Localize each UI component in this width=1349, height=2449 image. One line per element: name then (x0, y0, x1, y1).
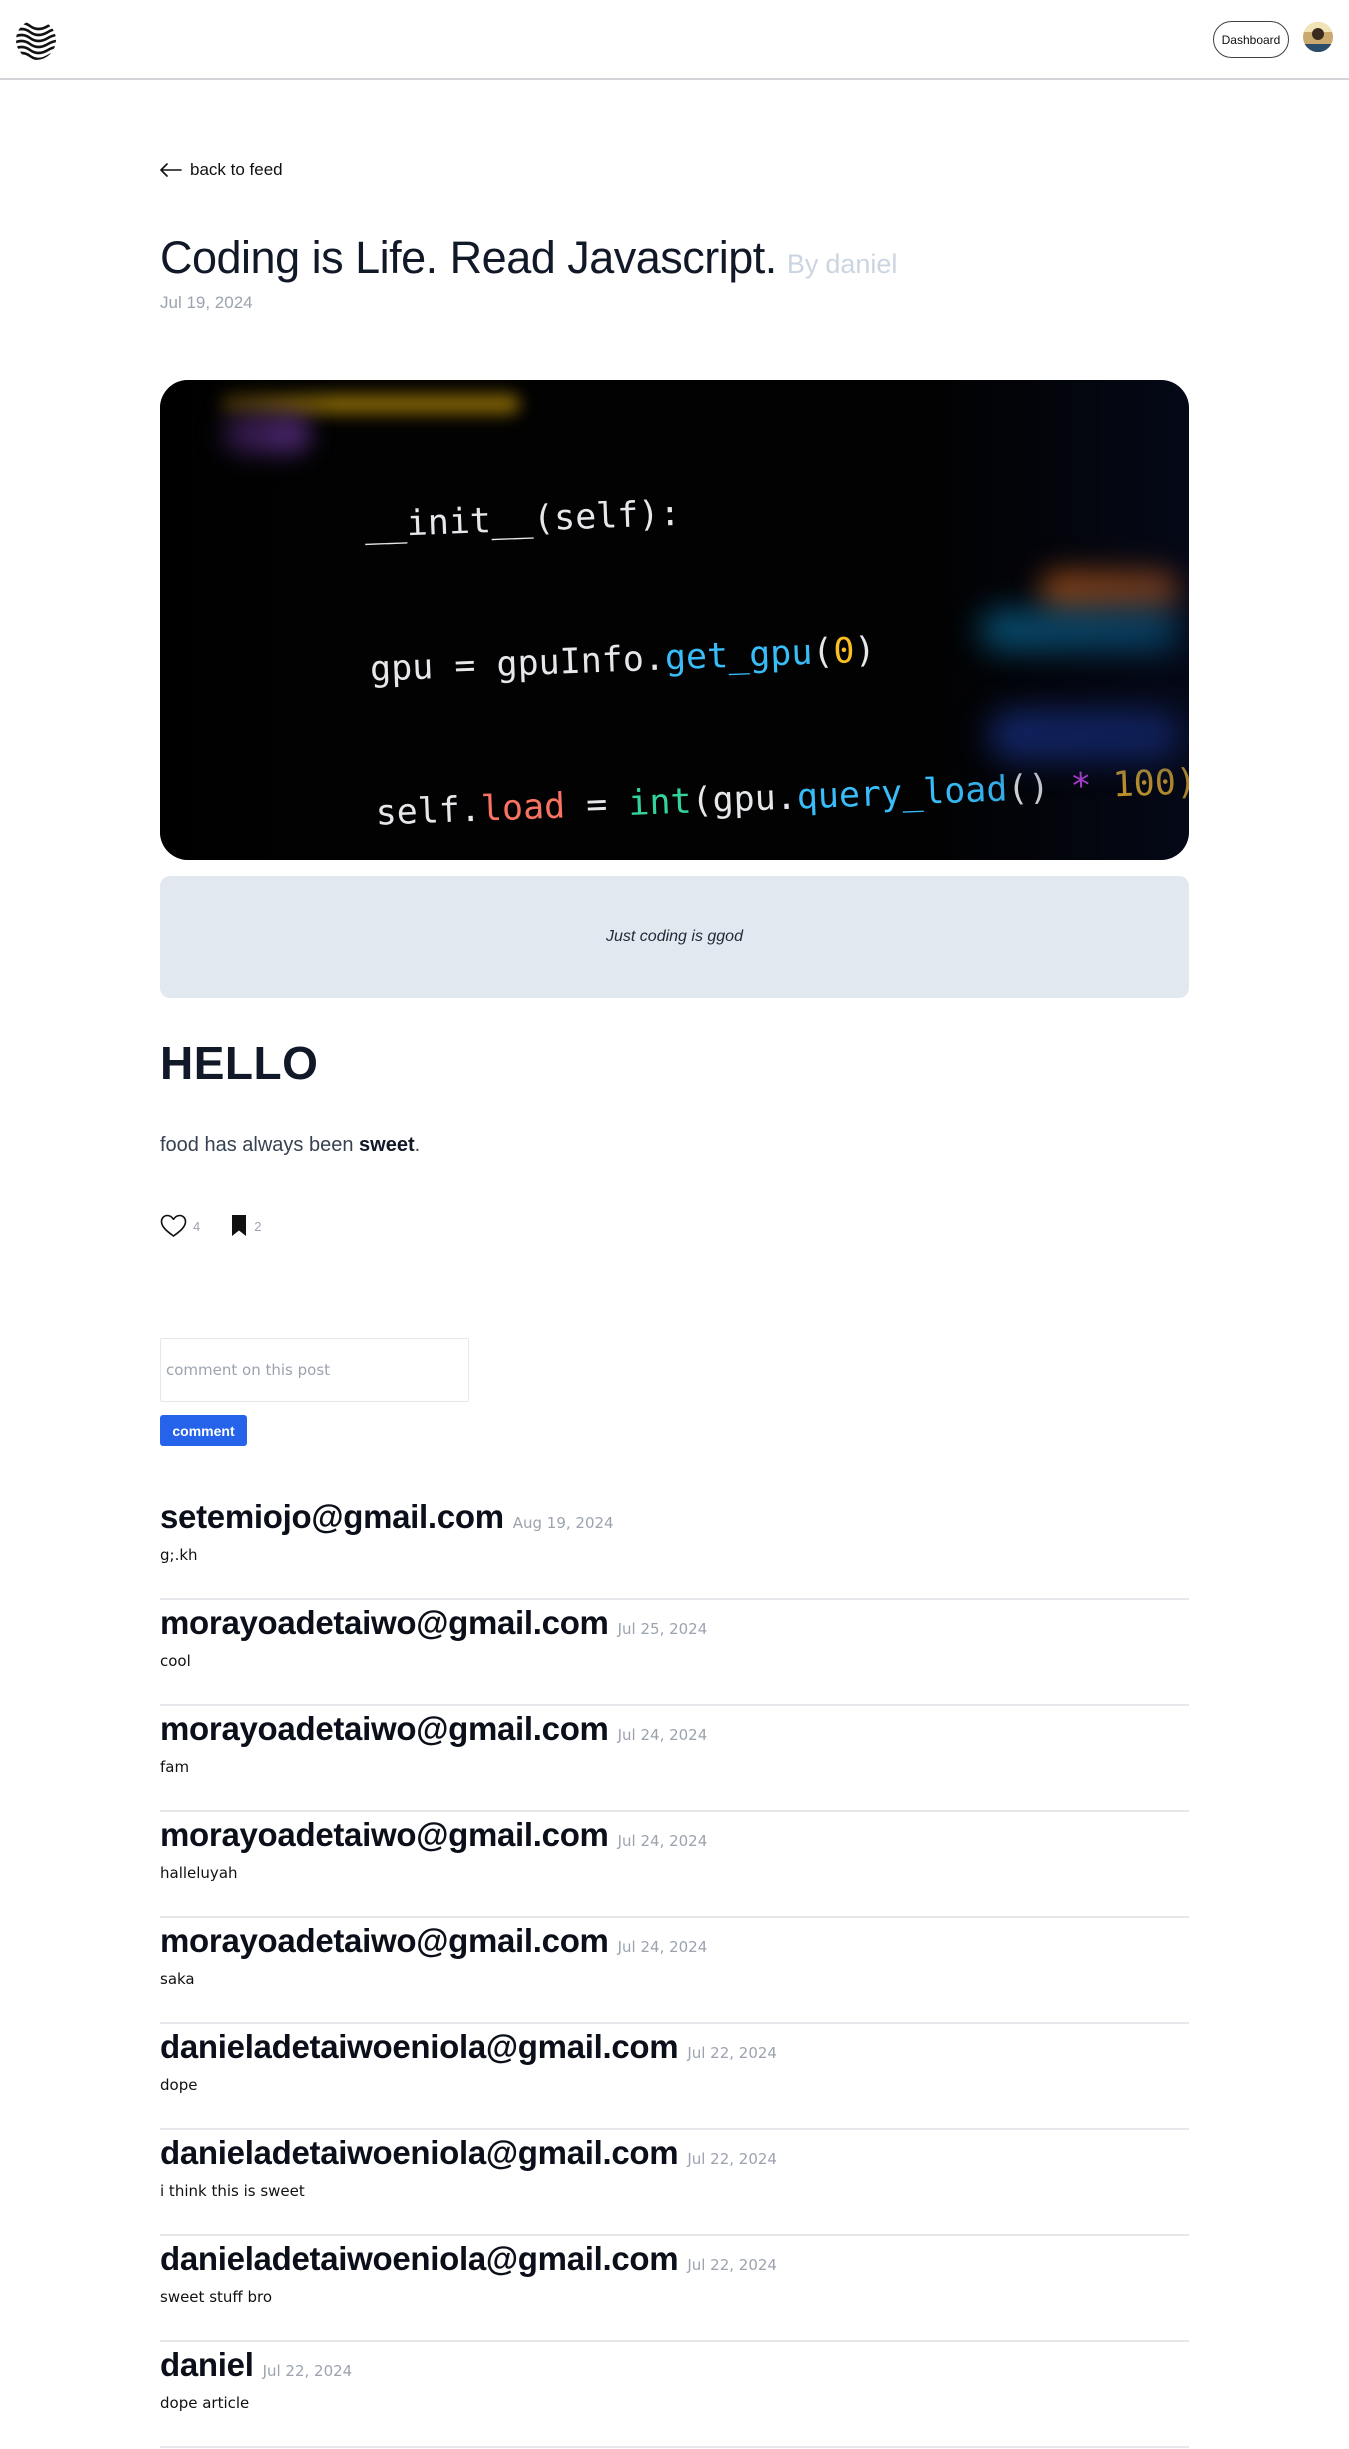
post-heading: HELLO (160, 1037, 319, 1089)
bookmark-button[interactable]: 2 (230, 1214, 261, 1238)
comment-text: dope article (160, 2394, 250, 2412)
like-count: 4 (193, 1218, 201, 1234)
comment-submit-button[interactable]: comment (160, 1415, 247, 1446)
comment-input[interactable] (160, 1338, 469, 1402)
comment-author: danieladetaiwoeniola@gmail.com (160, 2028, 679, 2065)
comment-date: Aug 19, 2024 (512, 1514, 614, 1532)
comment-item: danieladetaiwoeniola@gmail.com Jul 22, 20… (160, 2024, 1189, 2130)
post-byline: By daniel (787, 249, 898, 280)
post-date: Jul 19, 2024 (160, 293, 253, 312)
post-hero-image: __init__(self): gpu = gpuInfo.get_gpu(0)… (160, 380, 1189, 860)
post-title: Coding is Life. Read Javascript. (160, 232, 777, 283)
body-text: food has always been (160, 1134, 360, 1156)
post-author[interactable]: daniel (825, 249, 897, 279)
comment-date: Jul 22, 2024 (687, 2256, 777, 2274)
comment-date: Jul 24, 2024 (617, 1832, 708, 1850)
post-reactions: 4 2 (160, 1214, 261, 1238)
comment-date: Jul 22, 2024 (687, 2150, 777, 2168)
comment-item: daniel Jul 22, 2024 dope article (160, 2342, 1189, 2448)
comment-text: dope (160, 2076, 198, 2094)
dashboard-button[interactable]: Dashboard (1213, 21, 1289, 58)
top-navbar: Dashboard (0, 0, 1349, 80)
arrow-left-icon (160, 163, 182, 177)
heart-icon (160, 1214, 187, 1237)
comments-list: setemiojo@gmail.com Aug 19, 2024 g;.kh mo… (160, 1494, 1189, 2448)
comment-date: Jul 24, 2024 (617, 1938, 708, 1956)
comment-author: morayoadetaiwo@gmail.com (160, 1922, 609, 1959)
comment-date: Jul 22, 2024 (687, 2044, 777, 2062)
comment-text: g;.kh (160, 1546, 198, 1564)
comment-text: cool (160, 1652, 191, 1670)
comment-text: halleluyah (160, 1864, 238, 1882)
comment-date: Jul 25, 2024 (617, 1620, 708, 1638)
comment-item: morayoadetaiwo@gmail.com Jul 24, 2024 hal… (160, 1812, 1189, 1918)
bookmark-count: 2 (254, 1218, 262, 1234)
comment-item: morayoadetaiwo@gmail.com Jul 24, 2024 sak… (160, 1918, 1189, 2024)
like-button[interactable]: 4 (160, 1214, 200, 1238)
comment-text: fam (160, 1758, 190, 1776)
comment-text: saka (160, 1970, 195, 1988)
back-to-feed-link[interactable]: back to feed (160, 160, 283, 180)
comment-item: morayoadetaiwo@gmail.com Jul 25, 2024 coo… (160, 1600, 1189, 1706)
image-caption-box: Just coding is ggod (160, 876, 1189, 998)
comment-author: morayoadetaiwo@gmail.com (160, 1710, 609, 1747)
comment-author: morayoadetaiwo@gmail.com (160, 1816, 609, 1853)
comment-author: morayoadetaiwo@gmail.com (160, 1604, 609, 1641)
comment-date: Jul 24, 2024 (617, 1726, 708, 1744)
bookmark-icon (232, 1215, 247, 1236)
post-body-paragraph: food has always been sweet. (160, 1134, 420, 1157)
comment-date: Jul 22, 2024 (262, 2362, 353, 2380)
comment-author: danieladetaiwoeniola@gmail.com (160, 2240, 679, 2277)
comment-item: morayoadetaiwo@gmail.com Jul 24, 2024 fam (160, 1706, 1189, 1812)
comment-item: danieladetaiwoeniola@gmail.com Jul 22, 20… (160, 2236, 1189, 2342)
post-title-row: Coding is Life. Read Javascript. By danie… (160, 232, 897, 284)
user-avatar[interactable] (1303, 22, 1333, 52)
byline-prefix: By (786, 249, 819, 279)
comment-author: danieladetaiwoeniola@gmail.com (160, 2134, 679, 2171)
image-caption: Just coding is ggod (606, 928, 743, 945)
comment-item: setemiojo@gmail.com Aug 19, 2024 g;.kh (160, 1494, 1189, 1600)
comment-author: daniel (160, 2346, 254, 2383)
back-to-feed-label: back to feed (190, 160, 283, 179)
comment-text: sweet stuff bro (160, 2288, 273, 2306)
wave-logo-icon[interactable] (14, 18, 58, 62)
body-suffix: . (414, 1134, 421, 1156)
comment-author: setemiojo@gmail.com (160, 1498, 504, 1535)
comment-item: danieladetaiwoeniola@gmail.com Jul 22, 20… (160, 2130, 1189, 2236)
comment-text: i think this is sweet (160, 2182, 305, 2200)
body-bold-text: sweet (359, 1134, 415, 1156)
